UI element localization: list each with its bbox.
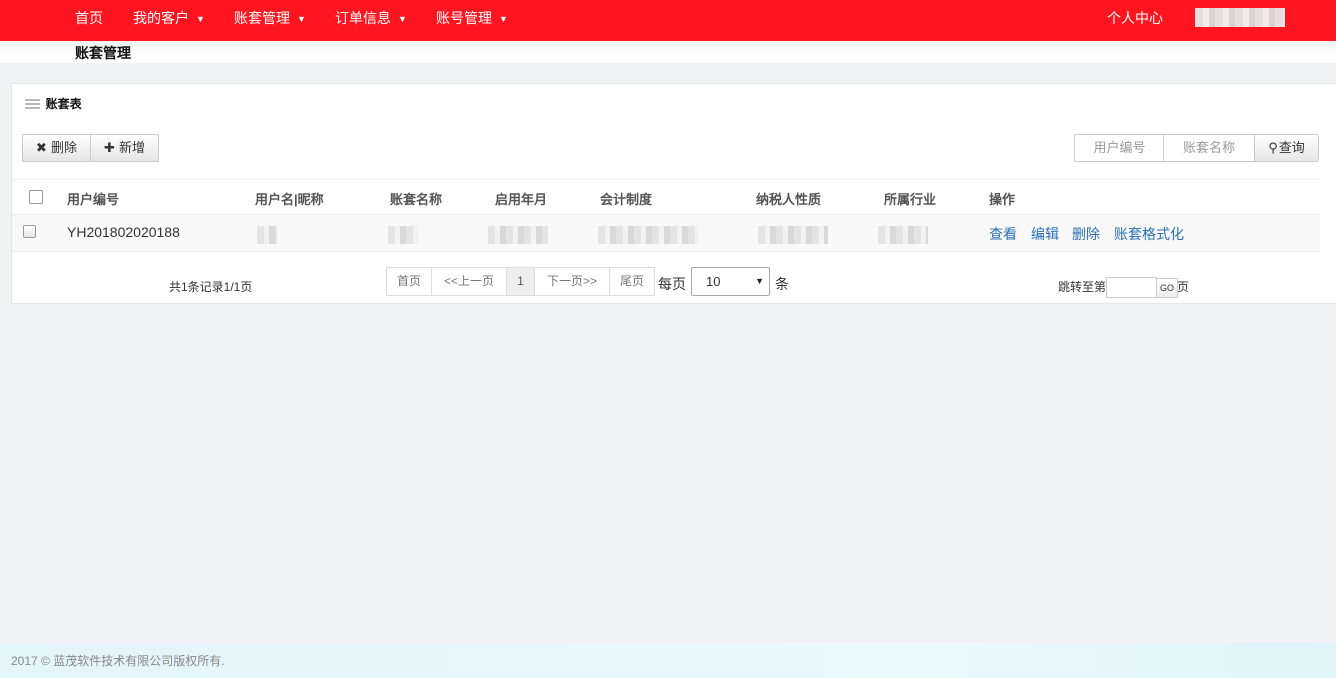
next-page-button[interactable]: 下一页>> (534, 267, 610, 296)
jump-label: 跳转至第 (1058, 280, 1107, 294)
delete-button[interactable]: ✖ 删除 (22, 134, 91, 162)
nav-home[interactable]: 首页 (75, 0, 103, 37)
col-industry: 所属行业 (884, 192, 937, 207)
caret-down-icon: ▼ (499, 14, 508, 24)
panel-header: 账套表 (25, 97, 82, 114)
per-page-unit: 条 (775, 276, 789, 292)
nav-home-label: 首页 (75, 10, 103, 26)
copyright-text: 2017 © 蓝茂软件技术有限公司版权所有. (11, 654, 225, 668)
last-page-button[interactable]: 尾页 (609, 267, 655, 296)
row-checkbox[interactable] (23, 225, 36, 238)
account-set-panel: 账套表 ✖ 删除 ✚ 新增 用户编号 账套名称 ⚲查询 用户编号 用户名|昵称 账套… (11, 83, 1336, 304)
delete-link[interactable]: 删除 (1072, 224, 1100, 244)
nav-account-set-management[interactable]: 账套管理 ▼ (234, 0, 306, 37)
add-button-label: 新增 (118, 140, 145, 155)
caret-down-icon: ▼ (398, 14, 407, 24)
nav-order-info-label: 订单信息 (335, 10, 391, 26)
search-icon: ⚲ (1268, 140, 1278, 155)
nav-personal-center[interactable]: 个人中心 (1107, 0, 1163, 37)
close-icon: ✖ (36, 140, 47, 155)
select-all-checkbox[interactable] (29, 190, 43, 204)
caret-down-icon: ▼ (196, 14, 205, 24)
col-actions: 操作 (989, 192, 1016, 207)
cell-account-name-redacted (388, 226, 418, 244)
list-icon (25, 99, 40, 110)
format-account-set-link[interactable]: 账套格式化 (1114, 224, 1184, 244)
view-link[interactable]: 查看 (989, 224, 1017, 244)
plus-icon: ✚ (104, 140, 115, 155)
query-button-label: 查询 (1278, 140, 1305, 155)
add-button[interactable]: ✚ 新增 (90, 134, 159, 162)
nav-account-management-label: 账号管理 (436, 10, 492, 26)
go-button[interactable]: GO (1156, 278, 1178, 298)
jump-page-input[interactable] (1106, 277, 1157, 298)
pagination-summary: 共1条记录1/1页 (169, 280, 253, 294)
breadcrumb-bar: 账套管理 (0, 41, 1336, 63)
query-button[interactable]: ⚲查询 (1254, 134, 1319, 162)
col-user-no: 用户编号 (67, 192, 120, 207)
search-account-name-input[interactable]: 账套名称 (1163, 134, 1255, 162)
username-redacted[interactable] (1195, 8, 1285, 27)
edit-link[interactable]: 编辑 (1031, 224, 1059, 244)
delete-button-label: 删除 (50, 140, 77, 155)
cell-start-month-redacted (488, 226, 548, 244)
cell-username-redacted (257, 226, 277, 244)
table-header: 用户编号 用户名|昵称 账套名称 启用年月 会计制度 纳税人性质 所属行业 操作 (12, 179, 1320, 215)
nav-account-set-label: 账套管理 (234, 10, 290, 26)
nav-account-management[interactable]: 账号管理 ▼ (436, 0, 508, 37)
cell-industry-redacted (878, 226, 928, 244)
per-page-label: 每页 (658, 276, 686, 292)
pagination: 首页 <<上一页 1 下一页>> 尾页 (386, 267, 655, 296)
caret-down-icon: ▼ (755, 276, 764, 286)
panel-title: 账套表 (45, 97, 82, 111)
table-row: YH201802020188 查看 编辑 删除 账套格式化 (12, 215, 1320, 252)
first-page-button[interactable]: 首页 (386, 267, 432, 296)
nav-my-customers[interactable]: 我的客户 ▼ (133, 0, 205, 37)
prev-page-button[interactable]: <<上一页 (431, 267, 507, 296)
caret-down-icon: ▼ (297, 14, 306, 24)
jump-unit: 页 (1177, 280, 1190, 294)
nav-order-info[interactable]: 订单信息 ▼ (335, 0, 407, 37)
cell-accounting-system-redacted (598, 226, 698, 244)
page-1-button[interactable]: 1 (506, 267, 535, 296)
cell-taxpayer-type-redacted (758, 226, 828, 244)
cell-user-no: YH201802020188 (67, 224, 180, 240)
col-start-month: 启用年月 (495, 192, 548, 207)
col-taxpayer-type: 纳税人性质 (756, 192, 822, 207)
search-user-no-input[interactable]: 用户编号 (1074, 134, 1165, 162)
per-page-value: 10 (706, 274, 721, 289)
nav-my-customers-label: 我的客户 (133, 10, 189, 26)
footer: 2017 © 蓝茂软件技术有限公司版权所有. (0, 643, 1336, 678)
col-accounting-system: 会计制度 (600, 192, 653, 207)
col-username: 用户名|昵称 (255, 192, 324, 207)
page-title: 账套管理 (75, 45, 131, 61)
per-page-select[interactable]: 10 ▼ (691, 267, 770, 296)
col-account-name: 账套名称 (390, 192, 443, 207)
top-navbar: 首页 我的客户 ▼ 账套管理 ▼ 订单信息 ▼ 账号管理 ▼ 个人中心 (0, 0, 1336, 41)
